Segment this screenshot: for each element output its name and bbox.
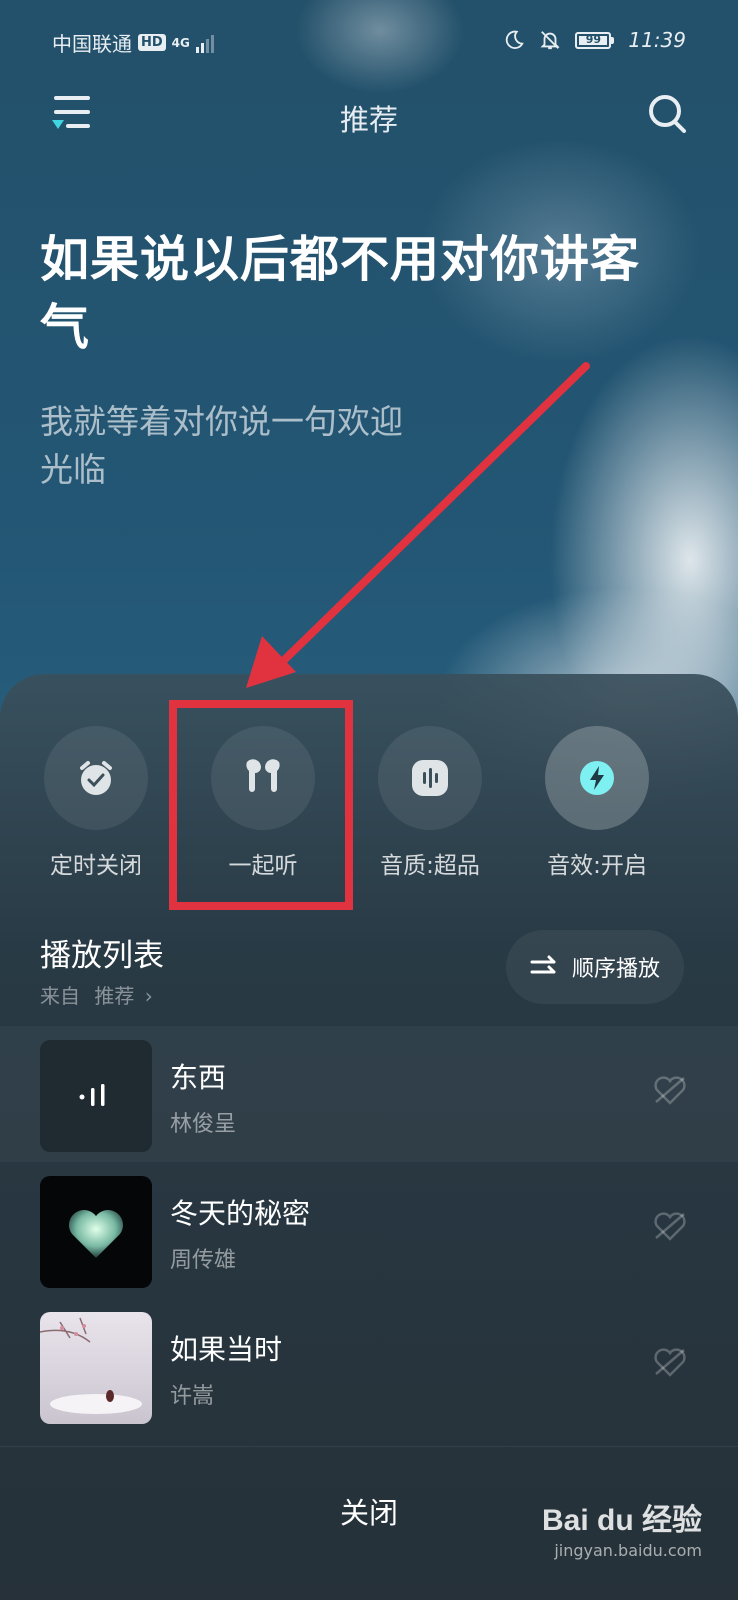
- network-type: 4G: [171, 35, 190, 50]
- sound-effect-button[interactable]: [545, 726, 649, 830]
- chevron-right-icon: ›: [144, 984, 153, 1008]
- mute-bell-icon: [540, 31, 560, 50]
- song-title: 冬天的秘密: [170, 1197, 311, 1230]
- highlight-box: [169, 700, 353, 910]
- song-title: 东西: [170, 1061, 227, 1094]
- clock: 11:39: [628, 28, 686, 52]
- playlist-title: 播放列表: [40, 938, 164, 974]
- battery-icon: 99: [575, 31, 615, 49]
- watermark: Bai du 经验 jingyan.baidu.com: [542, 1495, 702, 1560]
- heart-crystal-icon: [69, 1210, 123, 1258]
- watermark-logo: Bai du 经验: [541, 1504, 702, 1537]
- song-artist: 许嵩: [170, 1384, 215, 1409]
- audio-quality-icon: [412, 760, 448, 796]
- favorite-disabled-icon[interactable]: [652, 1072, 688, 1108]
- sequential-play-icon: [530, 955, 556, 974]
- sound-effect-icon: [580, 761, 614, 795]
- now-playing-icon: [79, 1084, 105, 1106]
- playlist-source-name: 推荐: [94, 984, 135, 1008]
- signal-icon: [195, 33, 214, 53]
- audio-quality-label: 音质:超品: [380, 853, 480, 879]
- song-row[interactable]: 冬天的秘密 周传雄: [0, 1162, 738, 1298]
- song-cover: [40, 1040, 152, 1152]
- timer-close-button[interactable]: [44, 726, 148, 830]
- lyric-main: 如果说以后都不用对你讲客气: [40, 231, 641, 356]
- song-cover: [40, 1312, 152, 1424]
- song-row[interactable]: 如果当时 许嵩: [0, 1298, 738, 1434]
- playlist-source[interactable]: 来自 推荐 ›: [40, 980, 153, 1009]
- song-row[interactable]: 东西 林俊呈: [0, 1026, 738, 1162]
- battery-level: 99: [585, 32, 602, 46]
- song-artist: 周传雄: [170, 1248, 237, 1273]
- song-title: 如果当时: [170, 1333, 283, 1366]
- sound-effect-label: 音效:开启: [547, 853, 647, 879]
- audio-quality-button[interactable]: [378, 726, 482, 830]
- play-order-button[interactable]: 顺序播放: [506, 930, 684, 1004]
- play-order-label: 顺序播放: [571, 957, 660, 982]
- lyric-sub: 我就等着对你说一句欢迎光临: [40, 402, 403, 489]
- watermark-url: jingyan.baidu.com: [554, 1541, 702, 1560]
- divider: [0, 1446, 738, 1447]
- playlist-source-prefix: 来自: [40, 984, 80, 1008]
- status-bar: 中国联通 HD 4G 99 11:39: [52, 28, 686, 58]
- alarm-clock-icon: [80, 761, 112, 795]
- song-artist: 林俊呈: [170, 1112, 237, 1137]
- search-icon[interactable]: [646, 92, 690, 136]
- moon-icon: [506, 30, 525, 49]
- song-cover: [40, 1176, 152, 1288]
- favorite-disabled-icon[interactable]: [652, 1344, 688, 1380]
- favorite-disabled-icon[interactable]: [652, 1208, 688, 1244]
- carrier-name: 中国联通: [52, 32, 132, 56]
- timer-close-label: 定时关闭: [50, 853, 142, 879]
- hd-badge: HD: [138, 34, 166, 51]
- winter-scene-icon: [40, 1317, 142, 1414]
- page-title: 推荐: [339, 103, 398, 137]
